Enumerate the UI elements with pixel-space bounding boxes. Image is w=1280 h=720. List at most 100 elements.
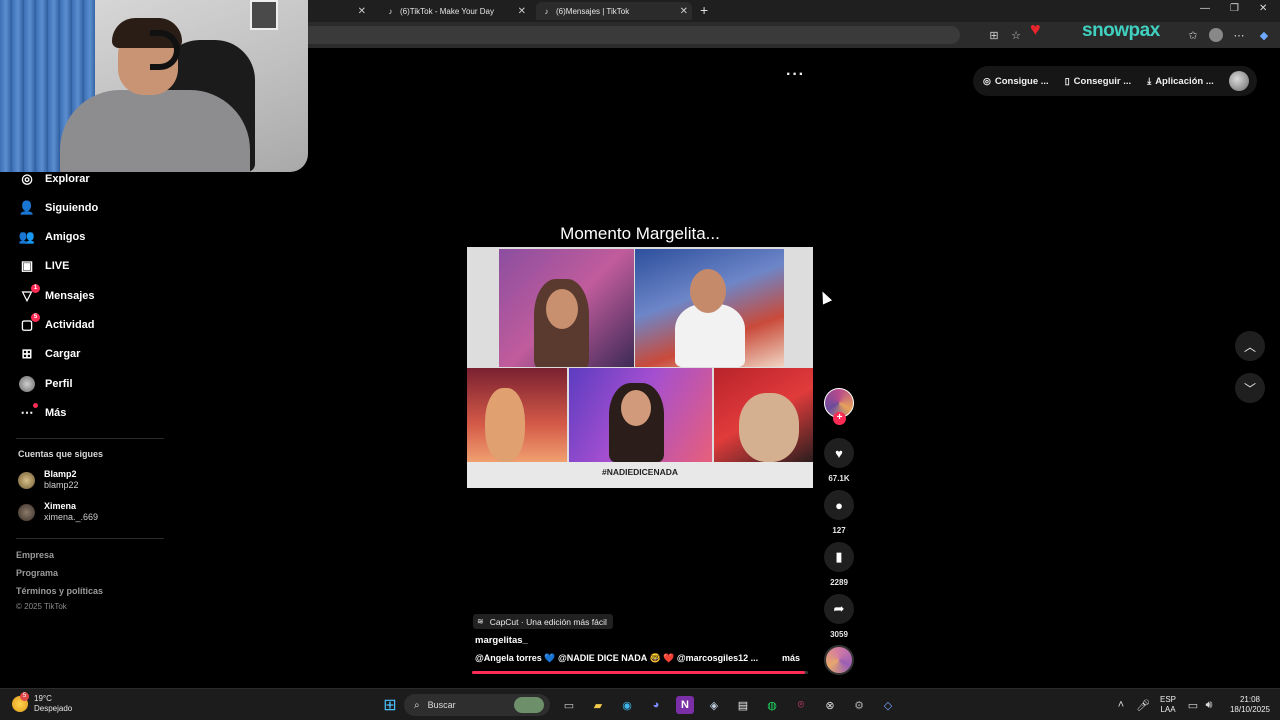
- favorite-star-icon[interactable]: ☆: [1009, 28, 1023, 42]
- heart-overlay-icon: ♥: [1030, 19, 1041, 39]
- more-options-icon[interactable]: ···: [786, 66, 805, 84]
- location-pin-icon[interactable]: ⌾: [792, 696, 810, 714]
- clock[interactable]: 21:08 18/10/2025: [1222, 695, 1278, 715]
- webcam-overlay: [0, 0, 308, 172]
- following-account[interactable]: Ximena ximena._.669: [18, 499, 98, 525]
- share-icon: ➦: [833, 601, 845, 616]
- account-name: Ximena: [44, 501, 77, 511]
- tab-close-icon[interactable]: ✕: [518, 6, 526, 17]
- sidebar-item-label: Perfil: [45, 378, 73, 390]
- tab-close-icon[interactable]: ✕: [680, 6, 688, 17]
- chevron-up-icon[interactable]: ˄: [1112, 696, 1130, 714]
- sidebar-item-mas[interactable]: ⋯ Más: [18, 403, 66, 423]
- search-placeholder: Buscar: [427, 700, 456, 710]
- search-icon: ⌕: [414, 699, 420, 711]
- like-count: 67.1K: [828, 474, 850, 483]
- task-view-icon[interactable]: ▭: [560, 696, 578, 714]
- comment-button[interactable]: ●: [824, 490, 854, 520]
- spotify-icon[interactable]: ◍: [763, 696, 781, 714]
- sidebar-item-siguiendo[interactable]: 👤 Siguiendo: [18, 198, 98, 218]
- video-frame-panel: [569, 368, 712, 462]
- onenote-icon[interactable]: N: [676, 696, 694, 714]
- video-player[interactable]: #NADIEDICENADA: [467, 247, 813, 488]
- sidebar-item-label: Explorar: [45, 173, 90, 185]
- next-video-button[interactable]: ﹀: [1235, 373, 1265, 403]
- footer-link-programa[interactable]: Programa: [16, 568, 58, 578]
- volume-icon[interactable]: 🔊︎: [1200, 696, 1218, 714]
- video-progress-bar[interactable]: [472, 671, 808, 674]
- browser-tab-active[interactable]: ♪ (6)Mensajes | TikTok ✕: [536, 2, 692, 20]
- copyright: © 2025 TikTok: [16, 602, 67, 611]
- avatar: [18, 503, 35, 521]
- save-button[interactable]: ▮: [824, 542, 854, 572]
- video-author[interactable]: margelitas_: [475, 635, 528, 646]
- tab-title: (6)Mensajes | TikTok: [556, 6, 630, 16]
- tiktok-icon: ♪: [544, 6, 549, 16]
- sidebar-item-amigos[interactable]: 👥 Amigos: [18, 227, 85, 247]
- weather-condition: Despejado: [34, 704, 73, 713]
- footer-link-terminos[interactable]: Términos y políticas: [16, 586, 103, 596]
- tab-title: (6)TikTok - Make Your Day: [400, 6, 494, 16]
- sidebar-item-explorar[interactable]: ◎ Explorar: [18, 169, 90, 189]
- messages-icon: ▽ 1: [18, 284, 40, 305]
- following-icon: 👤: [18, 200, 36, 215]
- chevron-down-icon: ﹀: [1243, 381, 1256, 396]
- tab-close-icon[interactable]: ✕: [358, 6, 366, 17]
- account-name: Blamp2: [44, 469, 77, 479]
- xbox-icon[interactable]: ⊗: [821, 696, 839, 714]
- settings-gear-icon[interactable]: ⚙: [850, 696, 868, 714]
- close-window-icon[interactable]: ✕: [1259, 3, 1267, 14]
- capcut-tag[interactable]: ≋ CapCut · Una edición más fácil: [473, 614, 613, 629]
- get-coins-button[interactable]: ◎ Consigue ...: [983, 76, 1049, 87]
- comment-count: 127: [832, 526, 846, 535]
- new-tab-icon[interactable]: +: [700, 2, 708, 18]
- weather-widget[interactable]: 5 19°C Despejado: [12, 692, 73, 714]
- browser-tab[interactable]: ♪ (6)TikTok - Make Your Day ✕: [380, 2, 530, 20]
- chevron-up-icon: ︿: [1243, 339, 1256, 354]
- file-explorer-icon[interactable]: ▰: [589, 696, 607, 714]
- windows-start-icon[interactable]: ⊞: [381, 696, 399, 714]
- footer-link-empresa[interactable]: Empresa: [16, 550, 54, 560]
- discord-icon[interactable]: ◕: [647, 696, 665, 714]
- language-indicator[interactable]: ESP LAA: [1155, 695, 1181, 715]
- more-link[interactable]: más: [782, 653, 800, 663]
- following-account[interactable]: Blamp2 blamp22: [18, 467, 79, 493]
- share-button[interactable]: ➦: [824, 594, 854, 624]
- edge-browser-icon[interactable]: ◉: [618, 696, 636, 714]
- sidebar-item-label: Mensajes: [45, 290, 95, 302]
- notification-badge: 5: [31, 313, 40, 322]
- taskbar-search[interactable]: ⌕ Buscar: [404, 694, 550, 716]
- browser-menu-icon[interactable]: ⋯: [1232, 28, 1246, 42]
- sidebar-item-label: Siguiendo: [45, 202, 99, 214]
- more-icon: ⋯: [18, 403, 38, 422]
- previous-video-button[interactable]: ︿: [1235, 331, 1265, 361]
- sidebar-item-live[interactable]: ▣ LIVE: [18, 256, 70, 276]
- sidebar-item-perfil[interactable]: Perfil: [18, 374, 73, 394]
- app-diamond-icon[interactable]: ◇: [879, 696, 897, 714]
- profile-icon[interactable]: [1209, 28, 1223, 42]
- like-button[interactable]: ♥: [824, 438, 854, 468]
- address-bar[interactable]: [300, 26, 960, 44]
- desktop-app-button[interactable]: ⤓ Aplicación ...: [1147, 76, 1214, 87]
- sun-icon: 5: [12, 692, 29, 712]
- save-count: 2289: [830, 578, 848, 587]
- sidebar-item-mensajes[interactable]: ▽ 1 Mensajes: [18, 284, 95, 306]
- get-app-button[interactable]: ▯ Conseguir ...: [1065, 76, 1132, 87]
- language-code: ESP: [1159, 695, 1176, 704]
- apps-icon[interactable]: ⊞: [987, 28, 1001, 42]
- music-disc[interactable]: [824, 645, 854, 675]
- copilot-icon[interactable]: ◆: [1257, 28, 1271, 42]
- avatar[interactable]: [1229, 71, 1249, 91]
- sidebar-item-cargar[interactable]: ⊞ Cargar: [18, 344, 81, 364]
- microphone-icon[interactable]: 🎤︎: [1134, 696, 1152, 714]
- favorites-icon[interactable]: ✩: [1186, 28, 1200, 42]
- minimize-icon[interactable]: —: [1200, 3, 1210, 14]
- divider: [16, 438, 164, 439]
- epic-games-icon[interactable]: ▤: [734, 696, 752, 714]
- sidebar-item-actividad[interactable]: ▢ 5 Actividad: [18, 313, 95, 335]
- video-title: Momento Margelita...: [560, 224, 720, 243]
- maximize-icon[interactable]: ❐: [1230, 3, 1239, 14]
- download-icon: ⤓: [1147, 75, 1152, 86]
- follow-plus-icon[interactable]: +: [833, 412, 846, 425]
- steam-icon[interactable]: ◈: [705, 696, 723, 714]
